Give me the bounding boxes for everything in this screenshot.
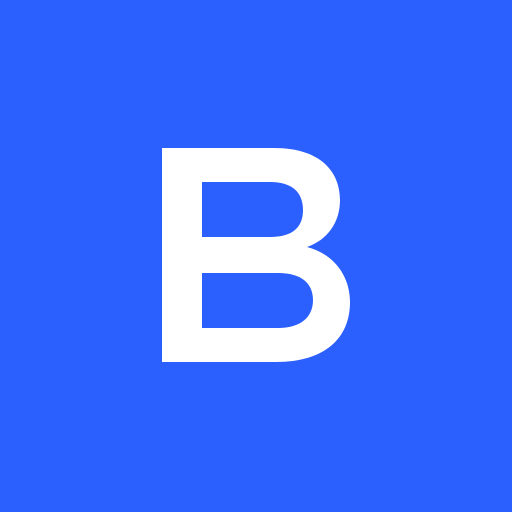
- app-icon: B: [0, 0, 512, 512]
- logo-letter-icon: [162, 148, 350, 362]
- logo-letter-b-shape: [162, 148, 350, 362]
